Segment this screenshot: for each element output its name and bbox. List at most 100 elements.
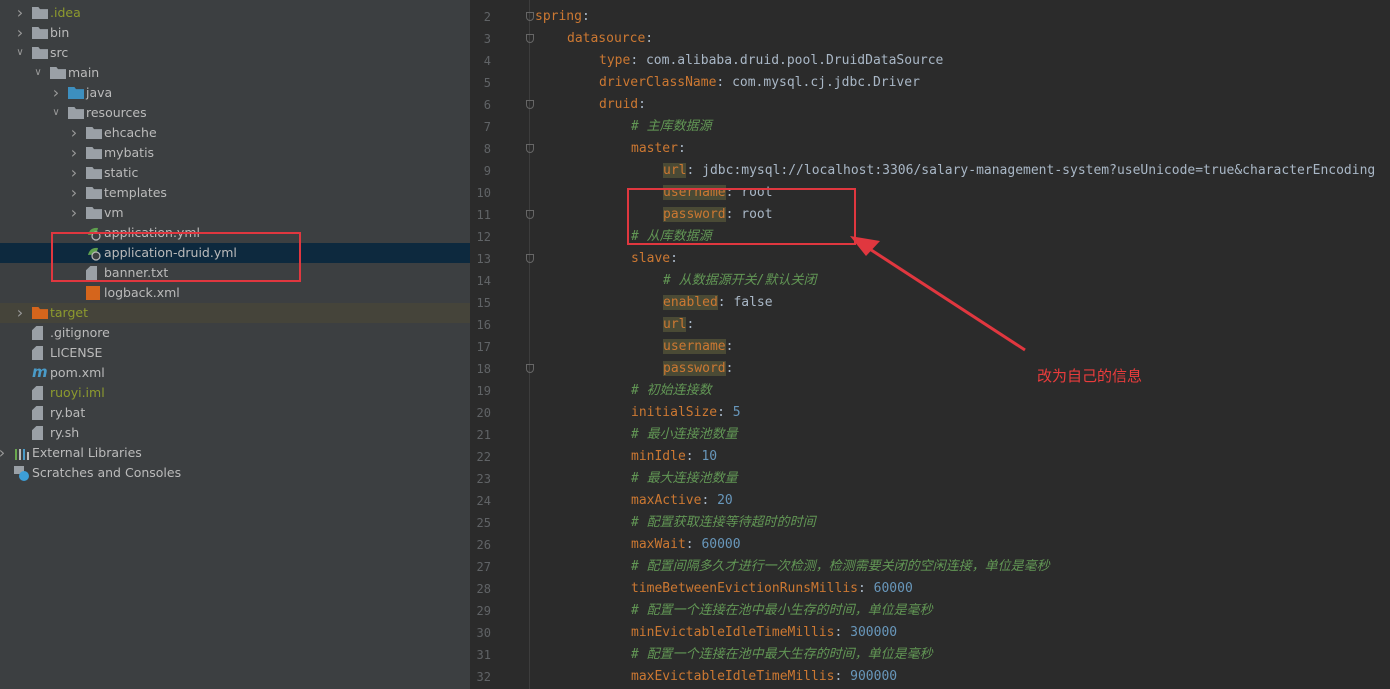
- tree-item-label: templates: [104, 185, 167, 200]
- code-line[interactable]: 28 timeBetweenEvictionRunsMillis: 60000: [470, 578, 1390, 600]
- tree-item[interactable]: LICENSE: [0, 343, 470, 363]
- line-number: 27: [476, 560, 491, 574]
- code-content: spring:: [535, 6, 590, 28]
- code-content: maxEvictableIdleTimeMillis: 900000: [631, 666, 897, 688]
- code-line[interactable]: 2 spring:: [470, 6, 1390, 28]
- fold-marker-icon[interactable]: [526, 34, 534, 43]
- code-line[interactable]: 26 maxWait: 60000: [470, 534, 1390, 556]
- tree-item[interactable]: logback.xml: [0, 283, 470, 303]
- chevron-right-icon[interactable]: ›: [14, 23, 26, 43]
- line-number: 2: [483, 10, 491, 24]
- tree-item[interactable]: › target: [0, 303, 470, 323]
- tree-item-label: ry.bat: [50, 405, 86, 420]
- code-line[interactable]: 21 # 最小连接池数量: [470, 424, 1390, 446]
- yaml-key: slave: [631, 251, 671, 266]
- code-line[interactable]: 8 master:: [470, 138, 1390, 160]
- code-line[interactable]: 11 password: root: [470, 204, 1390, 226]
- chevron-right-icon[interactable]: ›: [50, 83, 62, 103]
- chevron-down-icon[interactable]: ∨: [50, 103, 62, 123]
- tree-item[interactable]: ry.bat: [0, 403, 470, 423]
- fold-marker-icon[interactable]: [526, 144, 534, 153]
- tree-item[interactable]: ruoyi.iml: [0, 383, 470, 403]
- libraries-icon: [14, 447, 30, 460]
- tree-item[interactable]: › mybatis: [0, 143, 470, 163]
- tree-item[interactable]: › vm: [0, 203, 470, 223]
- chevron-right-icon[interactable]: ›: [0, 443, 8, 463]
- tree-item[interactable]: › External Libraries: [0, 443, 470, 463]
- tree-item[interactable]: m pom.xml: [0, 363, 470, 383]
- tree-item[interactable]: Scratches and Consoles: [0, 463, 470, 483]
- tree-item[interactable]: ∨ resources: [0, 103, 470, 123]
- code-line[interactable]: 12 # 从库数据源: [470, 226, 1390, 248]
- code-line[interactable]: 27 # 配置间隔多久才进行一次检测，检测需要关闭的空闲连接，单位是毫秒: [470, 556, 1390, 578]
- tree-item[interactable]: › bin: [0, 23, 470, 43]
- code-line[interactable]: 4 type: com.alibaba.druid.pool.DruidDataS…: [470, 50, 1390, 72]
- code-line[interactable]: 6 druid:: [470, 94, 1390, 116]
- code-line[interactable]: 30 minEvictableIdleTimeMillis: 300000: [470, 622, 1390, 644]
- code-line[interactable]: 15 enabled: false: [470, 292, 1390, 314]
- fold-marker-icon[interactable]: [526, 210, 534, 219]
- line-number: 26: [476, 538, 491, 552]
- chevron-down-icon[interactable]: ∨: [32, 63, 44, 83]
- yaml-value: com.alibaba.druid.pool.DruidDataSource: [645, 53, 944, 68]
- shell-file-icon: [32, 426, 43, 440]
- yaml-colon: :: [630, 53, 639, 68]
- code-line[interactable]: 17 username:: [470, 336, 1390, 358]
- folder-icon: [86, 187, 102, 199]
- code-line[interactable]: 3 datasource:: [470, 28, 1390, 50]
- tree-item[interactable]: ∨ src: [0, 43, 470, 63]
- tree-item[interactable]: ry.sh: [0, 423, 470, 443]
- code-line[interactable]: 29 # 配置一个连接在池中最小生存的时间，单位是毫秒: [470, 600, 1390, 622]
- code-line[interactable]: 23 # 最大连接池数量: [470, 468, 1390, 490]
- tree-item[interactable]: .gitignore: [0, 323, 470, 343]
- code-content: druid:: [599, 94, 646, 116]
- code-line[interactable]: 24 maxActive: 20: [470, 490, 1390, 512]
- fold-marker-icon[interactable]: [526, 100, 534, 109]
- chevron-right-icon[interactable]: ›: [14, 303, 26, 323]
- tree-item-label: resources: [86, 105, 147, 120]
- tree-item[interactable]: › ehcache: [0, 123, 470, 143]
- tree-item-label: LICENSE: [50, 345, 103, 360]
- tree-item-label: .gitignore: [50, 325, 110, 340]
- tree-item[interactable]: ∨ main: [0, 63, 470, 83]
- chevron-right-icon[interactable]: ›: [14, 3, 26, 23]
- code-editor[interactable]: 2 spring: 3 datasource: 4 type: com.alibaba.d…: [470, 0, 1390, 689]
- chevron-right-icon[interactable]: ›: [68, 183, 80, 203]
- tree-item-label: static: [104, 165, 139, 180]
- code-line[interactable]: 9 url: jdbc:mysql://localhost:3306/salary…: [470, 160, 1390, 182]
- chevron-right-icon[interactable]: ›: [68, 143, 80, 163]
- tree-item-label: ruoyi.iml: [50, 385, 105, 400]
- yaml-key: maxEvictableIdleTimeMillis: [631, 669, 835, 684]
- code-line[interactable]: 18 password:: [470, 358, 1390, 380]
- fold-marker-icon[interactable]: [526, 12, 534, 21]
- line-number: 30: [476, 626, 491, 640]
- chevron-right-icon[interactable]: ›: [68, 123, 80, 143]
- code-line[interactable]: 20 initialSize: 5: [470, 402, 1390, 424]
- chevron-down-icon[interactable]: ∨: [14, 43, 26, 63]
- code-line[interactable]: 16 url:: [470, 314, 1390, 336]
- code-line[interactable]: 22 minIdle: 10: [470, 446, 1390, 468]
- code-line[interactable]: 31 # 配置一个连接在池中最大生存的时间，单位是毫秒: [470, 644, 1390, 666]
- code-line[interactable]: 14 # 从数据源开关/默认关闭: [470, 270, 1390, 292]
- fold-marker-icon[interactable]: [526, 254, 534, 263]
- code-line[interactable]: 25 # 配置获取连接等待超时的时间: [470, 512, 1390, 534]
- yaml-value: 5: [732, 405, 741, 420]
- code-line[interactable]: 13 slave:: [470, 248, 1390, 270]
- code-line[interactable]: 19 # 初始连接数: [470, 380, 1390, 402]
- chevron-right-icon[interactable]: ›: [68, 203, 80, 223]
- code-line[interactable]: 32 maxEvictableIdleTimeMillis: 900000: [470, 666, 1390, 688]
- tree-item[interactable]: › java: [0, 83, 470, 103]
- fold-marker-icon[interactable]: [526, 364, 534, 373]
- tree-item[interactable]: › static: [0, 163, 470, 183]
- code-line[interactable]: 5 driverClassName: com.mysql.cj.jdbc.Driv…: [470, 72, 1390, 94]
- chevron-right-icon[interactable]: ›: [68, 163, 80, 183]
- yaml-comment: # 配置获取连接等待超时的时间: [631, 515, 816, 530]
- code-line[interactable]: 10 username: root: [470, 182, 1390, 204]
- tree-item-label: Scratches and Consoles: [32, 465, 182, 480]
- yaml-value: 60000: [873, 581, 913, 596]
- code-line[interactable]: 7 # 主库数据源: [470, 116, 1390, 138]
- scratches-icon: [14, 466, 30, 481]
- tree-item[interactable]: › templates: [0, 183, 470, 203]
- tree-item[interactable]: › .idea: [0, 3, 470, 23]
- yaml-value: 10: [701, 449, 718, 464]
